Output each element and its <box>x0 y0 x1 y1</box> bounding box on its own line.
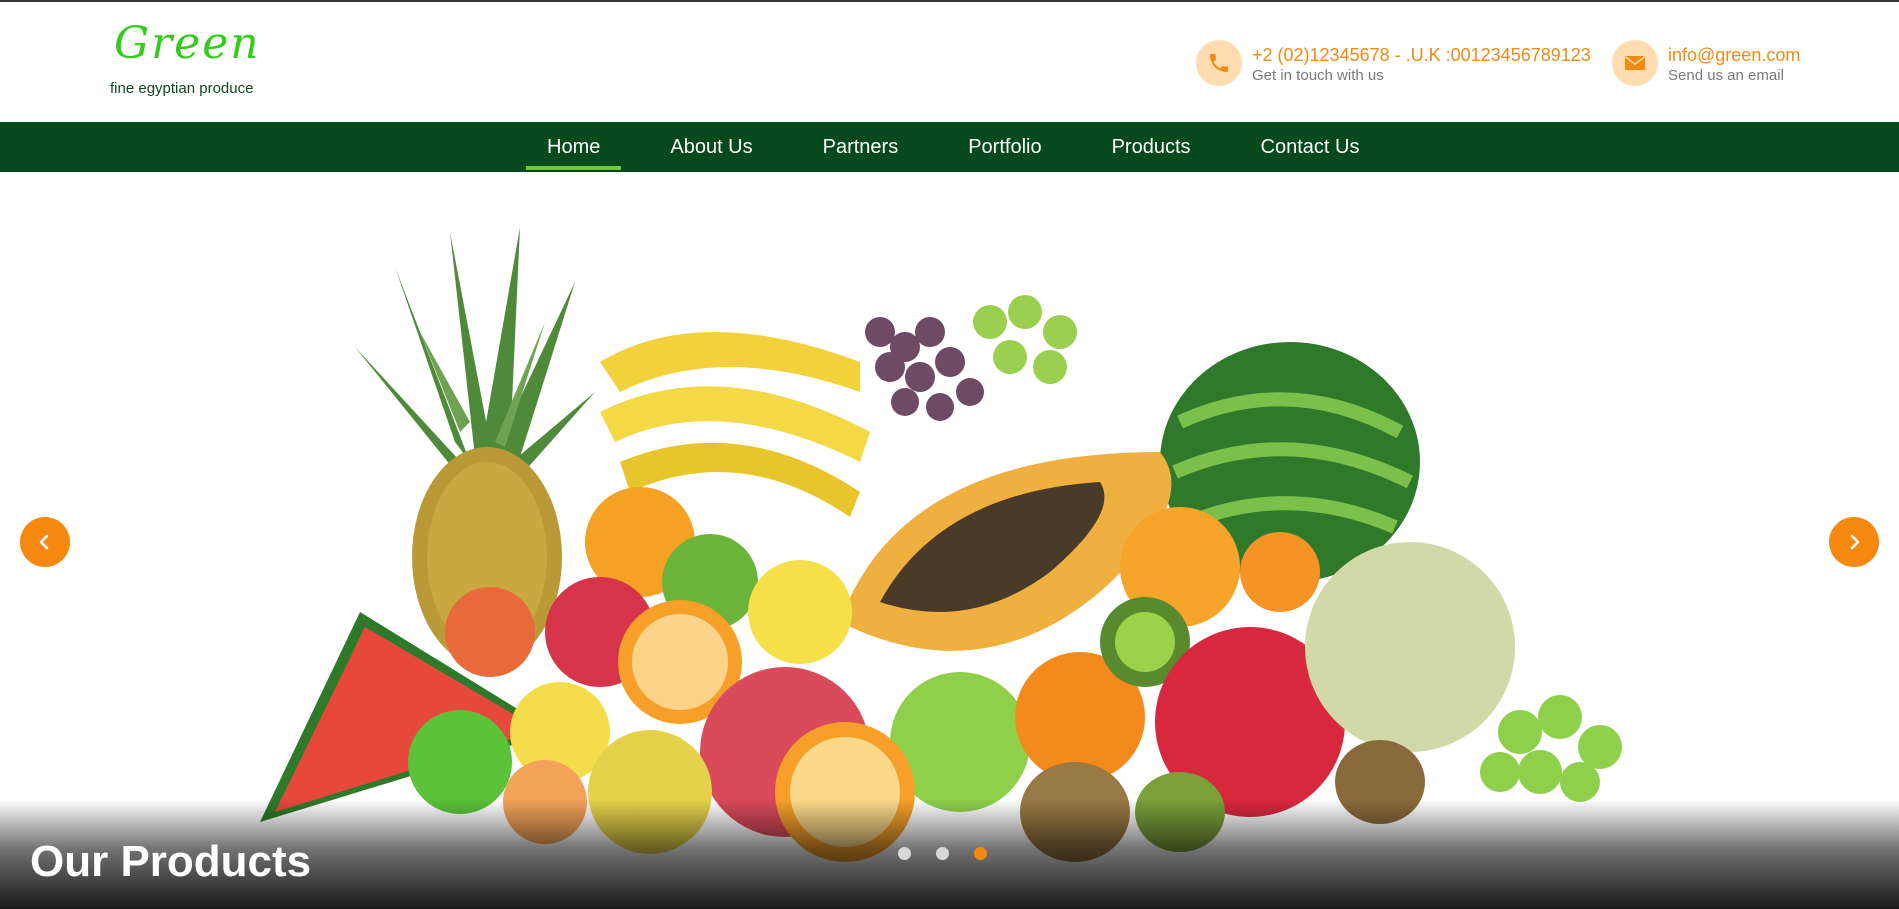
site-header: Green fine egyptian produce +2 (02)12345… <box>0 2 1899 122</box>
phone-icon <box>1196 40 1242 86</box>
logo[interactable]: Green fine egyptian produce <box>110 22 270 102</box>
phone-number[interactable]: +2 (02)12345678 - .U.K :00123456789123 <box>1252 44 1591 66</box>
logo-tagline: fine egyptian produce <box>110 80 254 97</box>
nav-item-products[interactable]: Products <box>1091 122 1212 172</box>
contact-email[interactable]: info@green.com Send us an email <box>1612 40 1800 86</box>
chevron-left-icon <box>39 534 49 550</box>
slider-pagination <box>898 847 1012 860</box>
slider-dot-3[interactable] <box>974 847 987 860</box>
nav-menu: Home About Us Partners Portfolio Product… <box>526 122 1408 172</box>
email-address[interactable]: info@green.com <box>1668 44 1800 66</box>
hero-title: Our Products <box>30 837 312 886</box>
pineapple-crown <box>355 227 595 482</box>
phone-caption: Get in touch with us <box>1252 67 1384 84</box>
nav-item-partners[interactable]: Partners <box>802 122 920 172</box>
nav-item-home[interactable]: Home <box>526 122 622 172</box>
nav-item-contact-us[interactable]: Contact Us <box>1240 122 1381 172</box>
nav-item-portfolio[interactable]: Portfolio <box>947 122 1062 172</box>
email-caption: Send us an email <box>1668 67 1784 84</box>
main-nav: Home About Us Partners Portfolio Product… <box>0 122 1899 172</box>
logo-wordmark: Green <box>114 18 261 69</box>
contact-phone[interactable]: +2 (02)12345678 - .U.K :00123456789123 G… <box>1196 40 1591 86</box>
chevron-right-icon <box>1850 534 1860 550</box>
slider-dot-2[interactable] <box>936 847 949 860</box>
slider-dot-1[interactable] <box>898 847 911 860</box>
envelope-icon <box>1612 40 1658 86</box>
slider-next-button[interactable] <box>1829 517 1879 567</box>
hero-slider: Our Products <box>0 172 1899 909</box>
nav-item-about-us[interactable]: About Us <box>649 122 773 172</box>
grapes <box>865 317 984 421</box>
slider-prev-button[interactable] <box>20 517 70 567</box>
